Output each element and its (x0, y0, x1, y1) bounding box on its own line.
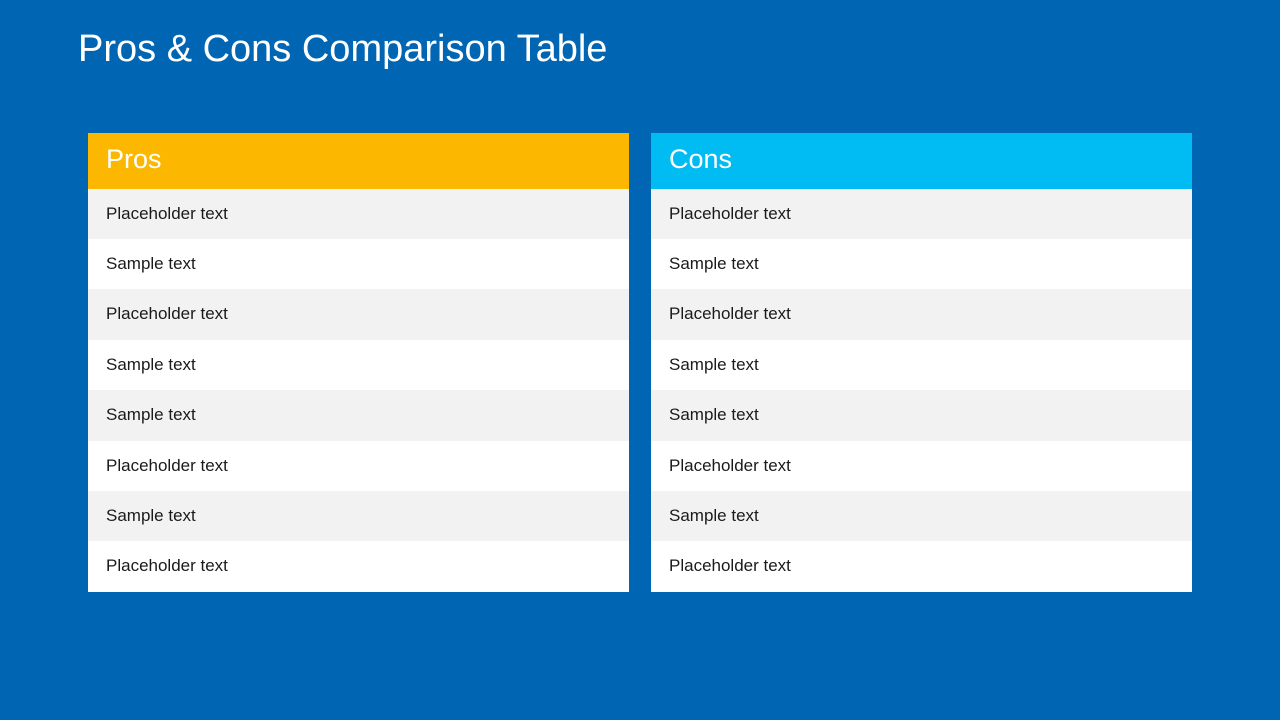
cons-table: Cons Placeholder text Sample text Placeh… (651, 133, 1192, 592)
table-row: Placeholder text (88, 189, 629, 239)
table-row: Placeholder text (651, 541, 1192, 591)
tables-container: Pros Placeholder text Sample text Placeh… (0, 71, 1280, 592)
table-row: Sample text (651, 390, 1192, 440)
table-row: Placeholder text (651, 441, 1192, 491)
table-row: Placeholder text (88, 441, 629, 491)
pros-table: Pros Placeholder text Sample text Placeh… (88, 133, 629, 592)
slide-title: Pros & Cons Comparison Table (0, 0, 1280, 71)
table-row: Placeholder text (651, 189, 1192, 239)
table-row: Placeholder text (651, 289, 1192, 339)
table-row: Sample text (88, 239, 629, 289)
table-row: Sample text (651, 491, 1192, 541)
cons-header: Cons (651, 133, 1192, 189)
table-row: Sample text (88, 340, 629, 390)
table-row: Sample text (88, 491, 629, 541)
pros-header: Pros (88, 133, 629, 189)
table-row: Sample text (88, 390, 629, 440)
table-row: Placeholder text (88, 289, 629, 339)
table-row: Sample text (651, 340, 1192, 390)
table-row: Sample text (651, 239, 1192, 289)
table-row: Placeholder text (88, 541, 629, 591)
